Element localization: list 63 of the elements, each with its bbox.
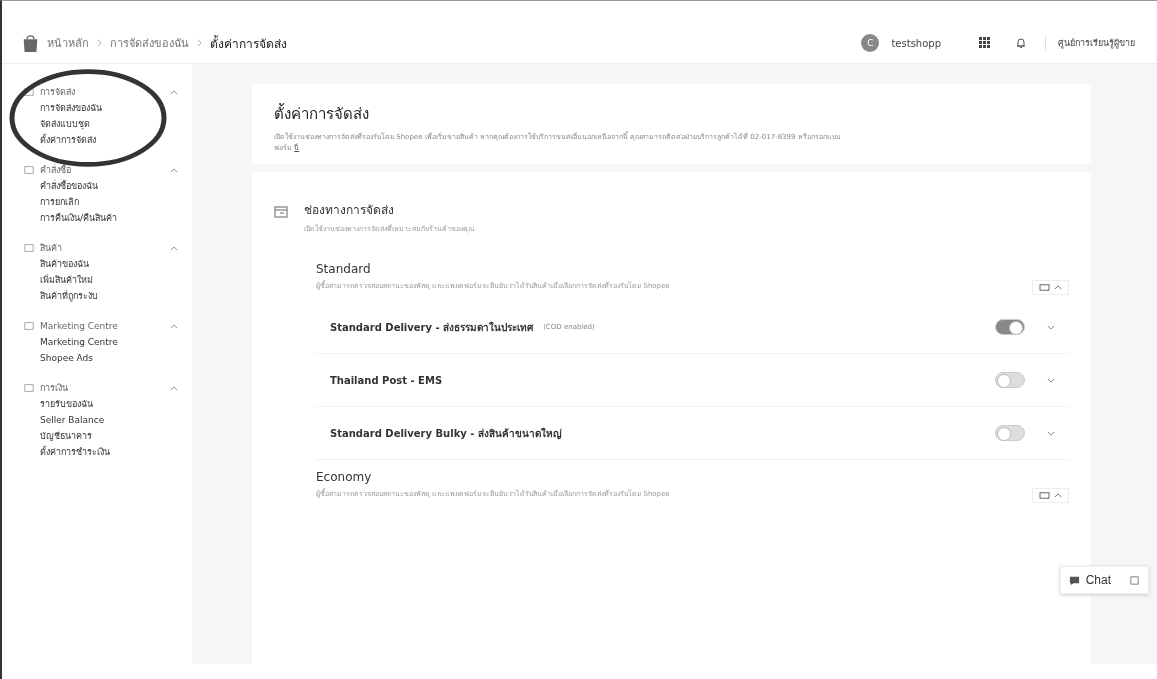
sidebar-item[interactable]: การจัดส่งของฉัน bbox=[24, 100, 192, 116]
chevron-right-icon bbox=[97, 39, 102, 47]
collapse-button[interactable] bbox=[1032, 488, 1069, 503]
caret-icon bbox=[1054, 285, 1062, 290]
notification-bell-icon[interactable] bbox=[1015, 37, 1027, 49]
sidebar-item[interactable]: การคืนเงิน/คืนสินค้า bbox=[24, 210, 192, 226]
sidebar-item[interactable]: สินค้าของฉัน bbox=[24, 256, 192, 272]
sidebar-section-title[interactable]: คำสั่งซื้อ bbox=[40, 163, 164, 177]
sidebar-item[interactable]: Seller Balance bbox=[24, 412, 192, 428]
learning-centre-link[interactable]: ศูนย์การเรียนรู้ผู้ขาย bbox=[1045, 36, 1135, 50]
chevron-down-icon[interactable] bbox=[1047, 430, 1055, 436]
breadcrumb-item[interactable]: หน้าหลัก bbox=[47, 34, 89, 52]
menu-section-icon bbox=[24, 165, 34, 175]
chevron-right-icon bbox=[197, 39, 202, 47]
shipping-channel-name: Standard Delivery - ส่งธรรมดาในประเทศ bbox=[330, 320, 534, 335]
menu-section-icon bbox=[24, 383, 34, 393]
card-icon bbox=[1039, 283, 1050, 292]
sidebar-item[interactable]: การยกเลิก bbox=[24, 194, 192, 210]
sidebar-item[interactable]: สินค้าที่ถูกระงับ bbox=[24, 288, 192, 304]
sidebar-item[interactable]: บัญชีธนาคาร bbox=[24, 428, 192, 444]
caret-icon[interactable] bbox=[170, 245, 178, 251]
chevron-down-icon[interactable] bbox=[1047, 324, 1055, 330]
caret-icon[interactable] bbox=[170, 323, 178, 329]
caret-icon bbox=[1054, 493, 1062, 498]
shipping-channel-name: Standard Delivery Bulky - ส่งสินค้าขนาดใหญ่ bbox=[330, 426, 562, 441]
avatar[interactable]: C bbox=[861, 34, 880, 52]
chevron-down-icon[interactable] bbox=[1047, 377, 1055, 383]
apps-grid-icon[interactable] bbox=[979, 37, 991, 49]
sidebar-section-title[interactable]: Marketing Centre bbox=[40, 321, 164, 331]
shipping-group-title: Economy bbox=[316, 470, 373, 484]
toggle-switch[interactable] bbox=[995, 372, 1025, 388]
menu-section-icon bbox=[24, 321, 34, 331]
menu-section-icon bbox=[24, 243, 34, 253]
breadcrumb-item: ตั้งค่าการจัดส่ง bbox=[210, 34, 287, 53]
sidebar-item[interactable]: ตั้งค่าการจัดส่ง bbox=[24, 132, 192, 148]
username[interactable]: testshopp bbox=[891, 37, 941, 49]
shop-bag-icon[interactable] bbox=[22, 33, 39, 53]
sidebar-item[interactable]: คำสั่งซื้อของฉัน bbox=[24, 178, 192, 194]
page-title: ตั้งค่าการจัดส่ง bbox=[274, 102, 370, 125]
shipping-channel-name: Thailand Post - EMS bbox=[330, 374, 443, 386]
sidebar-item[interactable]: รายรับของฉัน bbox=[24, 396, 192, 412]
collapse-button[interactable] bbox=[1032, 280, 1069, 295]
shipping-group-title: Standard bbox=[316, 262, 372, 276]
chat-button[interactable]: Chat bbox=[1059, 566, 1149, 594]
caret-icon[interactable] bbox=[170, 167, 178, 173]
sidebar-item[interactable]: Marketing Centre bbox=[24, 334, 192, 350]
sidebar-section-title[interactable]: การจัดส่ง bbox=[40, 85, 164, 99]
sidebar-item[interactable]: เพิ่มสินค้าใหม่ bbox=[24, 272, 192, 288]
menu-section-icon bbox=[24, 87, 34, 97]
expand-icon bbox=[1129, 574, 1140, 586]
sidebar-section-title[interactable]: สินค้า bbox=[40, 241, 164, 255]
chat-bubble-icon bbox=[1068, 574, 1080, 586]
sidebar-item[interactable]: จัดส่งแบบชุด bbox=[24, 116, 192, 132]
sidebar-item[interactable]: Shopee Ads bbox=[24, 350, 192, 366]
toggle-switch[interactable] bbox=[995, 319, 1025, 335]
caret-icon[interactable] bbox=[170, 385, 178, 391]
card-icon bbox=[1039, 491, 1050, 500]
breadcrumb-item[interactable]: การจัดส่งของฉัน bbox=[110, 34, 189, 52]
section-title: ช่องทางการจัดส่ง bbox=[304, 202, 395, 219]
sidebar-item[interactable]: ตั้งค่าการชำระเงิน bbox=[24, 444, 192, 460]
caret-icon[interactable] bbox=[170, 89, 178, 95]
sidebar-section-title[interactable]: การเงิน bbox=[40, 381, 164, 395]
toggle-switch[interactable] bbox=[995, 425, 1025, 441]
